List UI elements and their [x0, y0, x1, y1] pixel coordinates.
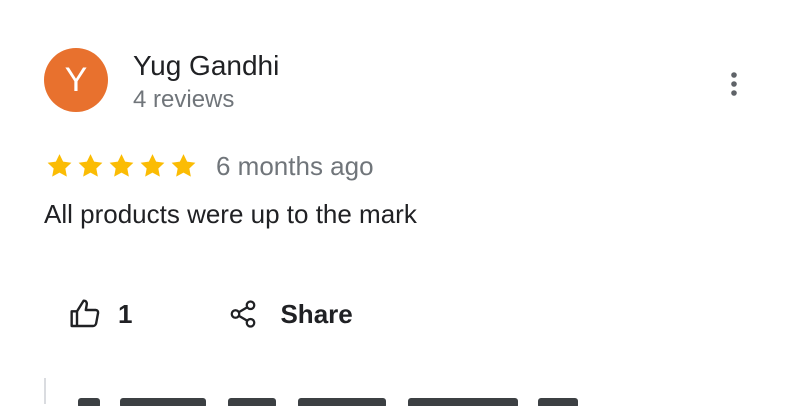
owner-reply-preview — [78, 394, 598, 406]
thumbs-up-icon — [70, 299, 100, 328]
reviewer-name[interactable]: Yug Gandhi — [133, 50, 279, 82]
star-icon — [47, 154, 72, 177]
reviewer-review-count: 4 reviews — [133, 86, 235, 113]
reply-divider — [44, 378, 46, 404]
star-icon — [78, 154, 103, 177]
review-actions: 1 Share — [56, 284, 365, 344]
share-label: Share — [280, 298, 353, 329]
review-card: Y Yug Gandhi 4 reviews 6 months ago All … — [0, 0, 798, 406]
share-icon — [231, 300, 256, 328]
review-time: 6 months ago — [216, 151, 374, 181]
share-button[interactable]: Share — [216, 284, 364, 344]
star-icon — [171, 154, 196, 177]
rating-row: 6 months ago — [44, 146, 374, 186]
like-button[interactable]: 1 — [56, 284, 144, 344]
avatar[interactable]: Y — [44, 48, 108, 112]
review-text: All products were up to the mark — [44, 199, 417, 229]
more-options-button[interactable] — [716, 64, 752, 104]
avatar-initial: Y — [64, 61, 88, 99]
star-icon — [140, 154, 165, 177]
more-vert-icon — [731, 72, 737, 96]
star-icon — [109, 154, 134, 177]
like-count: 1 — [118, 298, 133, 329]
star-rating — [44, 146, 199, 186]
